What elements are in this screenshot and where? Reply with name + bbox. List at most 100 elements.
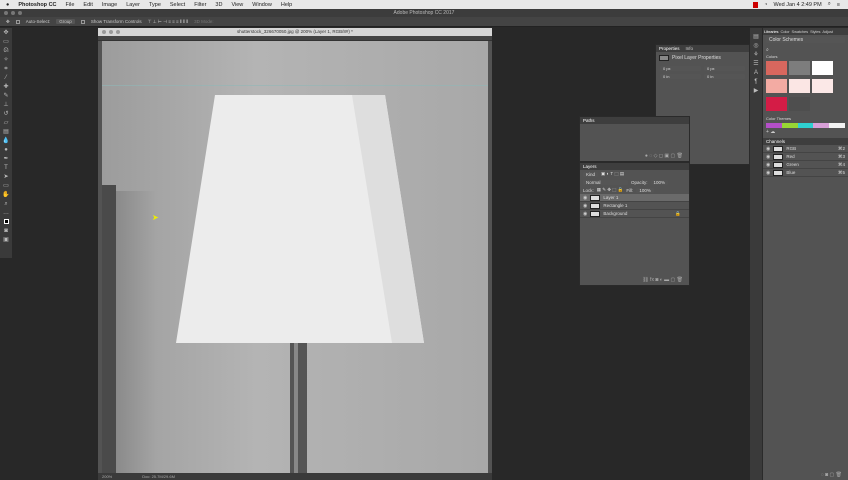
theme-color[interactable] <box>797 123 814 128</box>
fill-field[interactable]: 100% <box>636 187 654 193</box>
menu-filter[interactable]: Filter <box>194 2 206 8</box>
menu-3d[interactable]: 3D <box>215 2 222 8</box>
color-swatch[interactable] <box>766 61 787 75</box>
theme-color[interactable] <box>813 123 830 128</box>
tab-adjust[interactable]: Adjust <box>822 28 833 35</box>
theme-color[interactable] <box>766 123 782 128</box>
tab-styles[interactable]: Styles <box>810 28 820 35</box>
history-brush-icon[interactable]: ↺ <box>2 111 10 118</box>
menu-file[interactable]: File <box>66 2 75 8</box>
layers-footer-icons[interactable]: ⛓ fx ◙ ◐ ▬ ▢ 🗑 <box>642 277 683 283</box>
clone-stamp-icon[interactable]: ⊥ <box>2 102 10 109</box>
blend-mode-select[interactable]: Normal <box>583 179 628 185</box>
color-theme[interactable] <box>766 123 845 128</box>
notifications-icon[interactable]: ≡ <box>837 2 840 8</box>
layer-name[interactable]: Background <box>603 211 627 216</box>
eraser-icon[interactable]: ▱ <box>2 120 10 127</box>
menu-layer[interactable]: Layer <box>126 2 140 8</box>
eyedropper-icon[interactable]: ⁄ <box>2 75 10 82</box>
channel-row[interactable]: ◉ Green ⌘4 <box>763 161 848 169</box>
wifi-icon[interactable]: ◔ <box>764 2 767 8</box>
doc-size[interactable]: Doc: 25.7M/29.6M <box>142 473 175 480</box>
spotlight-icon[interactable]: ⌕ <box>828 1 831 8</box>
pen-tool-icon[interactable]: ✒ <box>2 156 10 163</box>
eye-icon[interactable]: ◉ <box>766 162 770 168</box>
theme-color[interactable] <box>781 123 798 128</box>
dodge-icon[interactable]: ● <box>2 147 10 154</box>
color-swatch[interactable] <box>812 61 833 75</box>
blur-icon[interactable]: 💧 <box>2 138 10 145</box>
layer-row[interactable]: ◉ Background 🔒 <box>580 210 689 218</box>
screen-mode-icon[interactable]: ▣ <box>2 237 10 244</box>
lock-icons[interactable]: ▦ ✎ ✥ ⬚ 🔒 <box>597 187 624 193</box>
menu-help[interactable]: Help <box>281 2 292 8</box>
eye-icon[interactable]: ◉ <box>766 154 770 160</box>
search-icon[interactable]: ⌕ <box>763 45 848 53</box>
menu-app[interactable]: Photoshop CC <box>18 2 56 8</box>
align-icons[interactable]: ⊤ ⊥ ⊢ ⊣ ≡ ≡ ≡ ⫴ ⫴ ⫴ <box>148 19 188 25</box>
auto-select-checkbox[interactable] <box>15 19 20 24</box>
path-select-icon[interactable]: ➤ <box>2 174 10 181</box>
paths-title[interactable]: Paths <box>583 117 595 124</box>
transform-checkbox[interactable] <box>80 19 85 24</box>
menu-image[interactable]: Image <box>102 2 117 8</box>
menu-select[interactable]: Select <box>170 2 185 8</box>
opacity-field[interactable]: 100% <box>650 179 669 185</box>
tab-swatches[interactable]: Swatches <box>792 28 809 35</box>
library-footer-icons[interactable]: + ☁ <box>763 128 848 136</box>
layer-name[interactable]: Layer 1 <box>603 195 618 200</box>
layers-title[interactable]: Layers <box>583 163 597 170</box>
move-tool-icon[interactable]: ✥ <box>2 30 10 37</box>
close-doc-button[interactable] <box>102 30 106 34</box>
zoom-doc-button[interactable] <box>116 30 120 34</box>
magic-wand-icon[interactable]: ✧ <box>2 57 10 64</box>
hand-tool-icon[interactable]: ✋ <box>2 192 10 199</box>
window-controls[interactable] <box>4 11 22 15</box>
x-field[interactable]: 0 in <box>660 74 701 79</box>
marquee-tool-icon[interactable]: ▭ <box>2 39 10 46</box>
menu-type[interactable]: Type <box>149 2 161 8</box>
brush-tool-icon[interactable]: ✎ <box>2 93 10 100</box>
theme-color[interactable] <box>829 123 845 128</box>
document-title-bar[interactable]: shutterstock_326670050.jpg @ 200% (Layer… <box>98 28 492 36</box>
brush-presets-icon[interactable]: ⚘ <box>752 52 760 59</box>
gradient-icon[interactable]: ▤ <box>2 129 10 136</box>
eye-icon[interactable]: ◉ <box>583 195 587 201</box>
apple-icon[interactable]: ● <box>6 2 9 8</box>
color-swatch[interactable] <box>789 61 810 75</box>
library-select[interactable]: Color Schemes <box>766 37 845 43</box>
menu-window[interactable]: Window <box>252 2 272 8</box>
healing-brush-icon[interactable]: ✚ <box>2 84 10 91</box>
kind-filter[interactable]: Kind <box>583 171 599 177</box>
shape-tool-icon[interactable]: ▭ <box>2 183 10 190</box>
layer-name[interactable]: Rectangle 1 <box>603 203 627 208</box>
quick-mask-icon[interactable]: ◙ <box>2 228 10 235</box>
layer-row[interactable]: ◉ Layer 1 <box>580 194 689 202</box>
color-swatches-icon[interactable] <box>2 219 10 226</box>
move-tool-icon[interactable]: ✥ <box>6 19 10 25</box>
tab-libraries[interactable]: Libraries <box>764 28 779 35</box>
eye-icon[interactable]: ◉ <box>583 211 587 217</box>
type-tool-icon[interactable]: T <box>2 165 10 172</box>
tab-properties[interactable]: Properties <box>659 45 680 52</box>
crop-tool-icon[interactable]: ⌗ <box>2 66 10 73</box>
menu-view[interactable]: View <box>231 2 243 8</box>
color-swatch[interactable] <box>766 79 787 93</box>
tab-color[interactable]: Color <box>780 28 789 35</box>
paragraph-icon[interactable]: ¶ <box>752 79 760 86</box>
tab-info[interactable]: Info <box>686 45 694 52</box>
status-app-icon[interactable] <box>753 1 759 8</box>
width-field[interactable]: 0 px <box>660 66 701 71</box>
minimize-doc-button[interactable] <box>109 30 113 34</box>
eye-icon[interactable]: ◉ <box>583 203 587 209</box>
menu-edit[interactable]: Edit <box>83 2 92 8</box>
color-swatch[interactable] <box>789 79 810 93</box>
actions-icon[interactable]: ▶ <box>752 88 760 95</box>
lasso-tool-icon[interactable]: ᘏ <box>2 48 10 55</box>
clock[interactable]: Wed Jan 4 2:49 PM <box>773 2 821 8</box>
group-select[interactable]: Group <box>56 19 75 24</box>
layer-row[interactable]: ◉ Rectangle 1 <box>580 202 689 210</box>
channel-row[interactable]: ◉ RGB ⌘2 <box>763 145 848 153</box>
zoom-tool-icon[interactable]: ⌕ <box>2 201 10 208</box>
eye-icon[interactable]: ◉ <box>766 146 770 152</box>
